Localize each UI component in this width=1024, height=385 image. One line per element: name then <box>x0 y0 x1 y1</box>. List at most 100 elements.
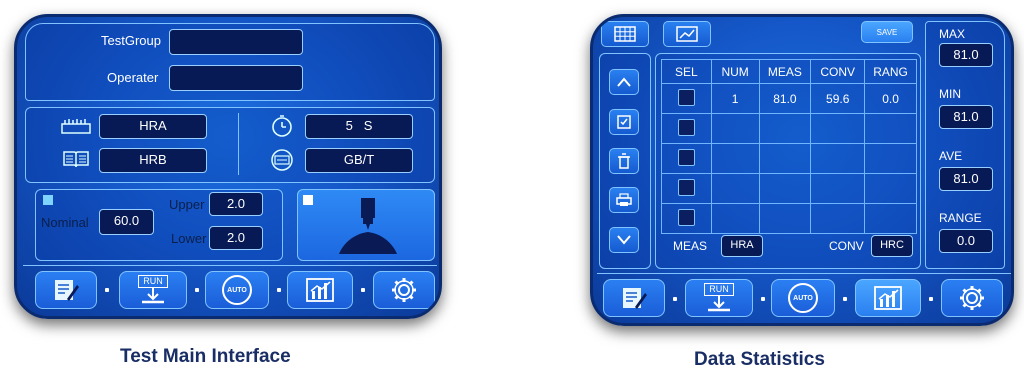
scroll-down-button[interactable] <box>609 227 639 253</box>
max-value: 81.0 <box>939 43 993 67</box>
grid-icon <box>614 26 636 42</box>
table-row[interactable] <box>661 203 917 234</box>
row-select-cell[interactable] <box>661 83 712 114</box>
print-button[interactable] <box>609 187 639 213</box>
edit-icon <box>55 280 79 301</box>
table-row[interactable] <box>661 143 917 174</box>
data-table: SEL NUM MEAS CONV RANG 1 81.0 59.6 0.0 <box>661 59 917 234</box>
up-icon <box>617 77 631 87</box>
row-select-cell[interactable] <box>661 203 712 234</box>
nav-separator <box>277 288 281 292</box>
table-row[interactable]: 1 81.0 59.6 0.0 <box>661 83 917 114</box>
data-statistics-panel: SAVE SEL NUM MEAS CONV RANG 1 81.0 59.6 … <box>590 14 1014 326</box>
meas-cell <box>758 143 812 174</box>
run-button[interactable]: RUN <box>685 279 753 317</box>
table-row[interactable] <box>661 113 917 144</box>
upper-input[interactable]: 2.0 <box>209 192 263 216</box>
nav-separator <box>673 297 677 301</box>
chart-icon <box>874 286 902 310</box>
meas-scale-select[interactable]: HRA <box>721 235 763 257</box>
settings-button[interactable] <box>941 279 1003 317</box>
book-icon <box>59 147 93 171</box>
auto-icon: AUTO <box>222 275 252 305</box>
scale1-select[interactable]: HRA <box>99 114 207 139</box>
select-all-icon <box>617 115 631 129</box>
min-label: MIN <box>939 87 961 101</box>
row-select-cell[interactable] <box>661 173 712 204</box>
data-statistics-caption: Data Statistics <box>694 349 825 370</box>
conv-cell <box>810 113 866 144</box>
ave-value: 81.0 <box>939 167 993 191</box>
standard-icon <box>267 147 297 173</box>
range-value: 0.0 <box>939 229 993 253</box>
testgroup-input[interactable] <box>169 29 303 55</box>
auto-button[interactable]: AUTO <box>771 279 835 317</box>
trend-view-button[interactable] <box>663 21 711 47</box>
run-label: RUN <box>704 282 734 296</box>
conv-scale-select[interactable]: HRC <box>871 235 913 257</box>
chart-button[interactable] <box>855 279 921 317</box>
col-meas: MEAS <box>758 59 812 84</box>
rang-cell: 0.0 <box>864 83 917 114</box>
indenter-checkbox[interactable] <box>303 195 313 205</box>
chart-icon <box>306 278 334 302</box>
settings-divider <box>238 113 239 175</box>
auto-button[interactable]: AUTO <box>205 271 269 309</box>
settings-button[interactable] <box>373 271 435 309</box>
run-icon <box>142 287 164 303</box>
gear-icon <box>960 286 984 310</box>
trend-icon <box>676 26 698 42</box>
row-select-cell[interactable] <box>661 143 712 174</box>
num-cell: 1 <box>710 83 760 114</box>
indenter-icon <box>333 195 403 257</box>
meas-cell <box>758 203 812 234</box>
nominal-input[interactable]: 60.0 <box>99 209 154 235</box>
col-rang: RANG <box>864 59 917 84</box>
lower-input[interactable]: 2.0 <box>209 226 263 250</box>
table-row[interactable] <box>661 173 917 204</box>
min-value: 81.0 <box>939 105 993 129</box>
print-icon <box>616 193 632 206</box>
dwell-time-value: 5 <box>345 118 353 133</box>
rang-cell <box>864 113 917 144</box>
save-label: SAVE <box>876 27 898 37</box>
select-all-button[interactable] <box>609 109 639 135</box>
conv-cell <box>810 173 866 204</box>
meas-cell: 81.0 <box>758 83 812 114</box>
operater-input[interactable] <box>169 65 303 91</box>
dwell-time-input[interactable]: 5 S <box>305 114 413 139</box>
num-cell <box>710 203 760 234</box>
auto-label: AUTO <box>227 286 247 294</box>
tolerance-checkbox[interactable] <box>43 195 53 205</box>
save-button[interactable]: SAVE <box>861 21 913 43</box>
row-checkbox[interactable] <box>677 118 695 136</box>
num-cell <box>710 113 760 144</box>
nav-separator <box>761 297 765 301</box>
edit-button[interactable] <box>603 279 665 317</box>
test-main-caption: Test Main Interface <box>120 346 291 367</box>
delete-icon <box>618 153 630 169</box>
edit-button[interactable] <box>35 271 97 309</box>
conv-cell <box>810 203 866 234</box>
timer-icon <box>267 113 297 139</box>
row-checkbox[interactable] <box>677 208 695 226</box>
scale2-select[interactable]: HRB <box>99 148 207 173</box>
row-checkbox[interactable] <box>677 88 695 106</box>
delete-button[interactable] <box>609 148 639 174</box>
nominal-label: Nominal <box>41 215 89 230</box>
lower-label: Lower <box>171 231 207 246</box>
conv-cell: 59.6 <box>810 83 866 114</box>
scroll-up-button[interactable] <box>609 69 639 95</box>
col-conv: CONV <box>810 59 866 84</box>
hardness-icon <box>59 114 93 138</box>
row-checkbox[interactable] <box>677 148 695 166</box>
standard-select[interactable]: GB/T <box>305 148 413 173</box>
run-button[interactable]: RUN <box>119 271 187 309</box>
num-cell <box>710 173 760 204</box>
auto-label: AUTO <box>793 294 813 302</box>
grid-view-button[interactable] <box>601 21 649 47</box>
row-select-cell[interactable] <box>661 113 712 144</box>
chart-button[interactable] <box>287 271 353 309</box>
row-checkbox[interactable] <box>677 178 695 196</box>
rang-cell <box>864 143 917 174</box>
